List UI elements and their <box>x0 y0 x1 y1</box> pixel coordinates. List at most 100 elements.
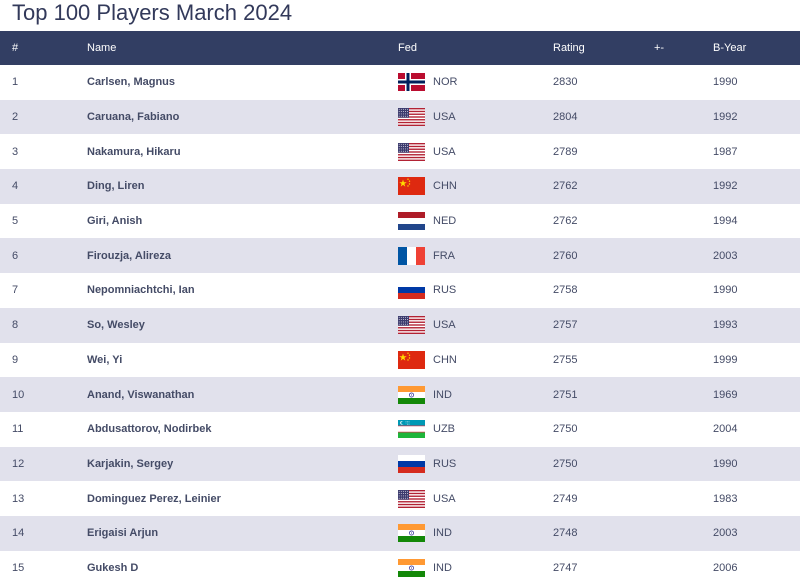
rating-cell: 2830 <box>553 76 578 89</box>
rank-cell: 11 <box>12 423 24 436</box>
federation-code: USA <box>433 492 456 505</box>
federation-cell: USA <box>398 134 553 169</box>
rank-cell: 8 <box>12 319 19 332</box>
rating-cell: 2762 <box>553 180 578 193</box>
federation-code: IND <box>433 388 452 401</box>
rating-cell: 2804 <box>553 111 578 124</box>
rating-change-cell <box>654 238 713 273</box>
rating-change-cell <box>654 551 713 585</box>
china-flag-icon <box>398 350 425 369</box>
player-name-link[interactable]: Wei, Yi <box>87 343 398 378</box>
table-row: 3 Nakamura, Hikaru USA 2789 1987 <box>0 134 800 170</box>
rating-cell: 2758 <box>553 284 578 297</box>
federation-code: USA <box>433 145 456 158</box>
header-byear[interactable]: B-Year <box>713 31 800 65</box>
federation-cell: NOR <box>398 65 553 100</box>
russia-flag-icon <box>398 454 425 473</box>
rating-change-cell <box>654 516 713 551</box>
rank-cell: 4 <box>12 180 19 193</box>
india-flag-icon <box>398 524 425 543</box>
netherlands-flag-icon <box>398 212 425 231</box>
birth-year-cell: 1990 <box>713 76 738 89</box>
federation-cell: USA <box>398 100 553 135</box>
rank-cell: 12 <box>12 457 25 470</box>
rating-change-cell <box>654 65 713 100</box>
rating-cell: 2757 <box>553 319 578 332</box>
rating-cell: 2750 <box>553 457 578 470</box>
federation-code: RUS <box>433 284 457 297</box>
player-name-link[interactable]: Giri, Anish <box>87 204 398 239</box>
table-row: 4 Ding, Liren CHN 2762 1992 <box>0 169 800 204</box>
player-name-link[interactable]: Firouzja, Alireza <box>87 238 398 273</box>
federation-cell: IND <box>398 377 553 412</box>
rank-cell: 13 <box>12 492 25 505</box>
table-row: 9 Wei, Yi CHN 2755 1999 <box>0 342 800 378</box>
player-name-link[interactable]: Erigaisi Arjun <box>87 516 398 551</box>
player-name-link[interactable]: Anand, Viswanathan <box>87 377 398 412</box>
rating-cell: 2751 <box>553 388 578 401</box>
table-row: 10 Anand, Viswanathan IND 2751 1969 <box>0 377 800 412</box>
rank-cell: 14 <box>12 527 25 540</box>
rating-cell: 2762 <box>553 215 578 228</box>
rating-change-cell <box>654 273 713 308</box>
federation-cell: RUS <box>398 447 553 482</box>
federation-code: USA <box>433 319 456 332</box>
rank-cell: 7 <box>12 284 19 297</box>
table-row: 8 So, Wesley USA 2757 1993 <box>0 307 800 343</box>
table-row: 14 Erigaisi Arjun IND 2748 2003 <box>0 515 800 551</box>
player-name-link[interactable]: Carlsen, Magnus <box>87 65 398 100</box>
federation-cell: FRA <box>398 238 553 273</box>
player-name-link[interactable]: So, Wesley <box>87 308 398 343</box>
federation-code: USA <box>433 111 456 124</box>
birth-year-cell: 1969 <box>713 388 738 401</box>
birth-year-cell: 2006 <box>713 561 738 574</box>
rating-change-cell <box>654 447 713 482</box>
table-body: 1 Carlsen, Magnus NOR 2830 1990 2 Caruan… <box>0 65 800 585</box>
federation-cell: CHN <box>398 169 553 204</box>
france-flag-icon <box>398 246 425 265</box>
table-header: # Name Fed Rating +- B-Year <box>0 31 800 65</box>
birth-year-cell: 1994 <box>713 215 738 228</box>
rank-cell: 1 <box>12 76 19 89</box>
usa-flag-icon <box>398 142 425 161</box>
header-name[interactable]: Name <box>87 31 398 65</box>
china-flag-icon <box>398 177 425 196</box>
federation-cell: IND <box>398 551 553 585</box>
federation-code: NOR <box>433 76 458 89</box>
page-title: Top 100 Players March 2024 <box>12 0 293 25</box>
player-name-link[interactable]: Dominguez Perez, Leinier <box>87 481 398 516</box>
norway-flag-icon <box>398 73 425 92</box>
rating-change-cell <box>654 169 713 204</box>
header-rank[interactable]: # <box>0 31 87 65</box>
player-name-link[interactable]: Ding, Liren <box>87 169 398 204</box>
rank-cell: 9 <box>12 353 19 366</box>
table-row: 13 Dominguez Perez, Leinier USA 2749 198… <box>0 481 800 516</box>
federation-code: IND <box>433 561 452 574</box>
table-row: 5 Giri, Anish NED 2762 1994 <box>0 203 800 239</box>
player-name-link[interactable]: Nepomniachtchi, Ian <box>87 273 398 308</box>
player-name-link[interactable]: Caruana, Fabiano <box>87 100 398 135</box>
header-diff[interactable]: +- <box>654 31 713 65</box>
federation-cell: UZB <box>398 412 553 447</box>
birth-year-cell: 2003 <box>713 249 738 262</box>
header-rating[interactable]: Rating <box>553 31 654 65</box>
player-name-link[interactable]: Abdusattorov, Nodirbek <box>87 412 398 447</box>
table-row: 7 Nepomniachtchi, Ian RUS 2758 1990 <box>0 273 800 308</box>
birth-year-cell: 2004 <box>713 423 738 436</box>
header-fed[interactable]: Fed <box>398 31 553 65</box>
rating-change-cell <box>654 412 713 447</box>
player-name-link[interactable]: Nakamura, Hikaru <box>87 134 398 169</box>
federation-code: IND <box>433 527 452 540</box>
federation-cell: USA <box>398 308 553 343</box>
rank-cell: 3 <box>12 145 19 158</box>
usa-flag-icon <box>398 489 425 508</box>
rating-change-cell <box>654 134 713 169</box>
federation-cell: USA <box>398 481 553 516</box>
player-name-link[interactable]: Gukesh D <box>87 551 398 585</box>
rating-cell: 2749 <box>553 492 578 505</box>
federation-code: CHN <box>433 353 457 366</box>
federation-code: NED <box>433 215 457 228</box>
federation-code: UZB <box>433 423 455 436</box>
birth-year-cell: 2003 <box>713 527 738 540</box>
player-name-link[interactable]: Karjakin, Sergey <box>87 447 398 482</box>
